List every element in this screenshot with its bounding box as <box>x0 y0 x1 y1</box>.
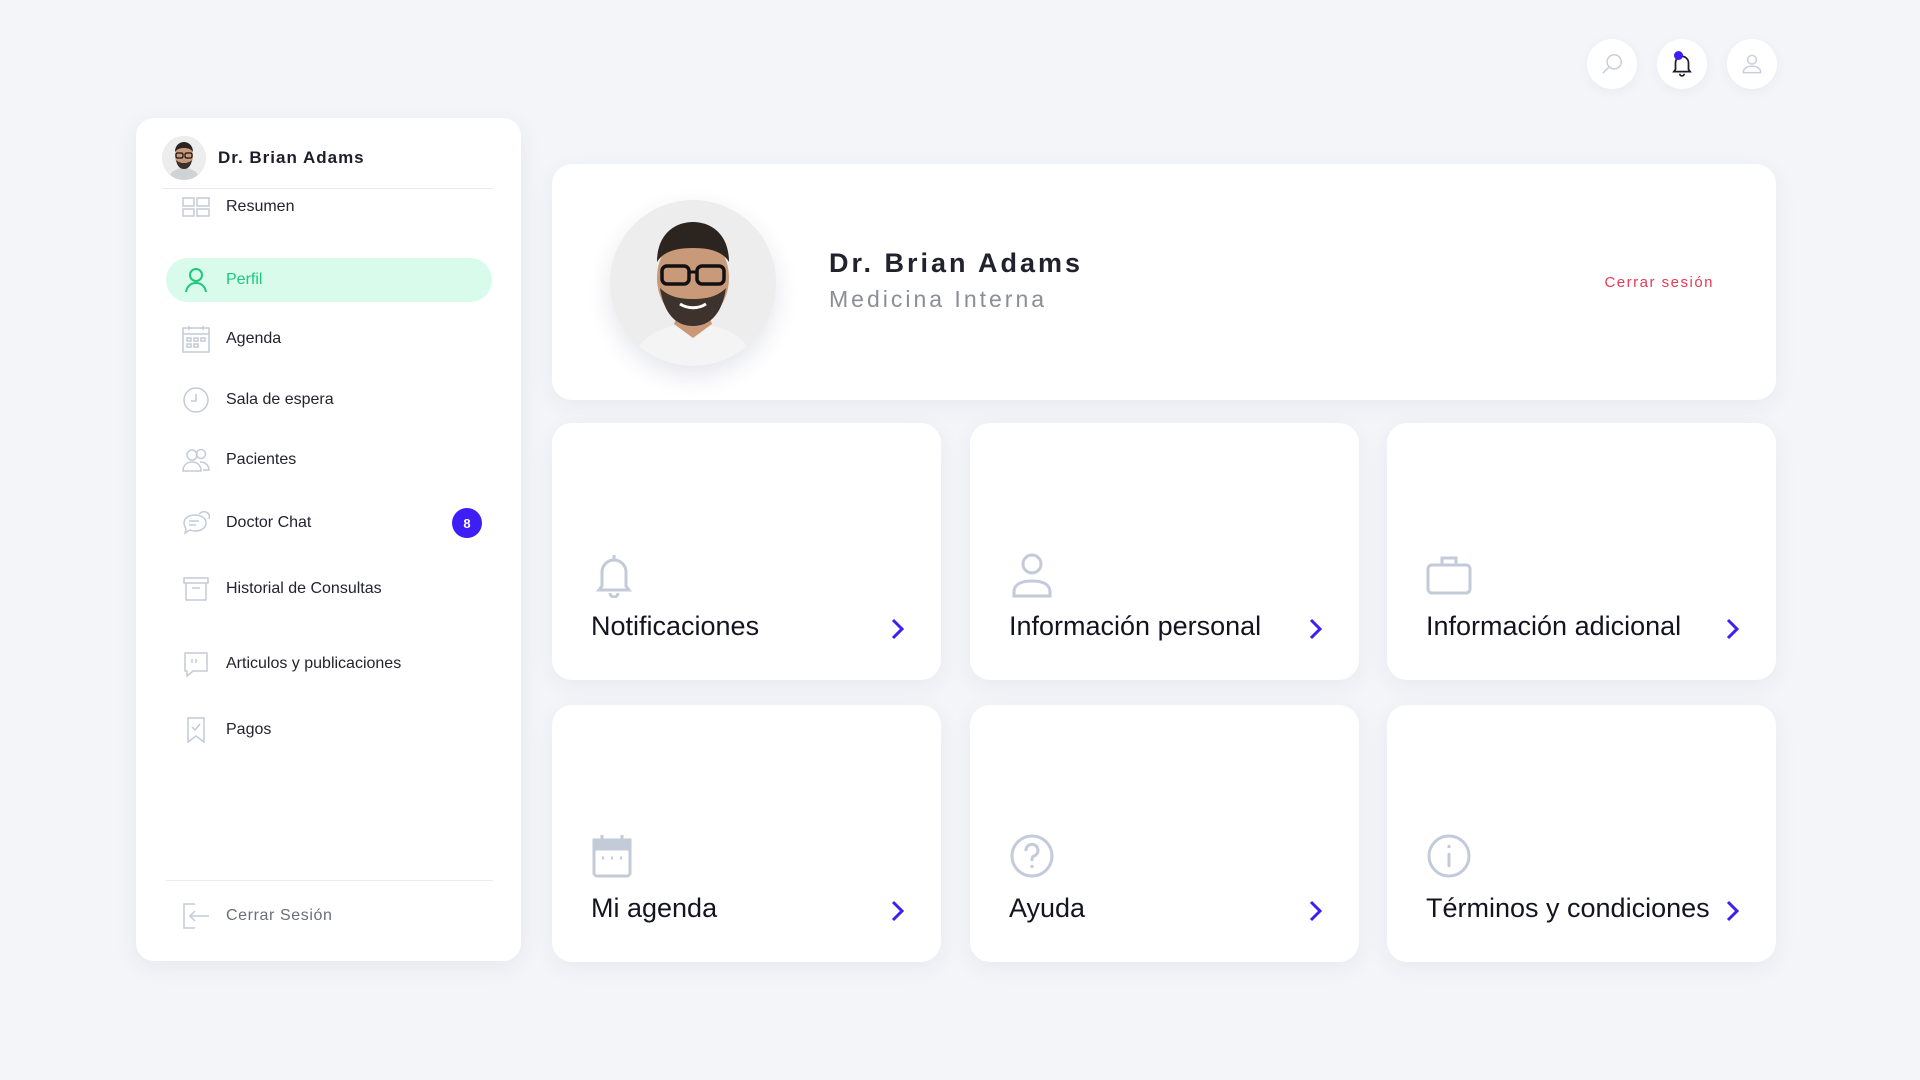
user-icon <box>180 264 212 296</box>
logout-link[interactable]: Cerrar sesión <box>1604 274 1714 291</box>
sidebar-logout-button[interactable]: Cerrar Sesión <box>166 894 492 938</box>
profile-specialty: Medicina Interna <box>829 286 1048 312</box>
clock-icon <box>180 384 212 416</box>
chevron-right-icon <box>885 614 911 644</box>
chevron-right-icon <box>1303 896 1329 926</box>
sidebar-logout-label: Cerrar Sesión <box>226 907 333 924</box>
sidebar-item-articulos[interactable]: Articulos y publicaciones <box>166 642 492 686</box>
sidebar-item-resumen[interactable]: Resumen <box>166 185 492 229</box>
sidebar: Dr. Brian Adams Resumen Perfil Agenda Sa… <box>136 118 521 961</box>
chevron-right-icon <box>885 896 911 926</box>
briefcase-icon <box>1425 550 1473 598</box>
tile-label: Términos y condiciones <box>1426 893 1710 923</box>
info-icon <box>1425 832 1473 880</box>
sidebar-item-label: Pacientes <box>226 451 297 468</box>
tile-notificaciones[interactable]: Notificaciones <box>552 423 941 680</box>
tile-label: Notificaciones <box>591 611 760 641</box>
calendar-icon <box>590 832 638 880</box>
tile-mi-agenda[interactable]: Mi agenda <box>552 705 941 962</box>
logout-icon <box>180 900 212 932</box>
profile-photo <box>610 200 776 366</box>
tile-label: Mi agenda <box>591 893 718 923</box>
sidebar-item-historial[interactable]: Historial de Consultas <box>166 567 492 611</box>
sidebar-item-pagos[interactable]: Pagos <box>166 708 492 752</box>
chat-badge: 8 <box>452 508 482 538</box>
receipt-icon <box>180 714 212 746</box>
patients-icon <box>180 444 212 476</box>
sidebar-divider <box>166 880 493 881</box>
dashboard-icon <box>180 191 212 223</box>
account-button[interactable] <box>1727 39 1777 89</box>
notification-dot <box>1674 51 1683 60</box>
chat-icon <box>180 507 212 539</box>
archive-icon <box>180 573 212 605</box>
chevron-right-icon <box>1720 896 1746 926</box>
chevron-right-icon <box>1303 614 1329 644</box>
profile-card: Dr. Brian Adams Medicina Interna Cerrar … <box>552 164 1776 400</box>
sidebar-item-perfil[interactable]: Perfil <box>166 258 492 302</box>
sidebar-item-label: Sala de espera <box>226 391 334 408</box>
search-icon <box>1602 54 1622 74</box>
sidebar-item-sala-de-espera[interactable]: Sala de espera <box>166 378 492 422</box>
quote-icon <box>180 648 212 680</box>
header-actions <box>1587 39 1777 89</box>
search-button[interactable] <box>1587 39 1637 89</box>
sidebar-item-label: Agenda <box>226 330 282 347</box>
sidebar-user: Dr. Brian Adams <box>162 131 493 189</box>
sidebar-item-agenda[interactable]: Agenda <box>166 317 492 361</box>
bell-icon <box>590 550 638 599</box>
sidebar-item-label: Doctor Chat <box>226 514 312 531</box>
tile-label: Información personal <box>1009 611 1262 641</box>
user-icon <box>1742 54 1762 74</box>
sidebar-item-label: Articulos y publicaciones <box>226 655 402 672</box>
calendar-icon <box>180 323 212 355</box>
tile-label: Ayuda <box>1009 893 1086 923</box>
avatar <box>162 135 206 180</box>
tile-label: Información adicional <box>1426 611 1682 641</box>
sidebar-item-label: Historial de Consultas <box>226 580 382 597</box>
user-icon <box>1008 550 1056 598</box>
tile-informacion-personal[interactable]: Información personal <box>970 423 1359 680</box>
tile-terminos[interactable]: Términos y condiciones <box>1387 705 1776 962</box>
sidebar-item-label: Pagos <box>226 721 272 738</box>
chevron-right-icon <box>1720 614 1746 644</box>
sidebar-item-doctor-chat[interactable]: Doctor Chat 8 <box>166 501 492 545</box>
sidebar-item-label: Perfil <box>226 271 263 288</box>
notifications-button[interactable] <box>1657 39 1707 89</box>
tile-informacion-adicional[interactable]: Información adicional <box>1387 423 1776 680</box>
sidebar-item-label: Resumen <box>226 198 295 215</box>
profile-name: Dr. Brian Adams <box>829 248 1084 278</box>
sidebar-item-pacientes[interactable]: Pacientes <box>166 438 492 482</box>
help-icon <box>1008 832 1056 880</box>
sidebar-user-name: Dr. Brian Adams <box>218 147 365 167</box>
tile-ayuda[interactable]: Ayuda <box>970 705 1359 962</box>
